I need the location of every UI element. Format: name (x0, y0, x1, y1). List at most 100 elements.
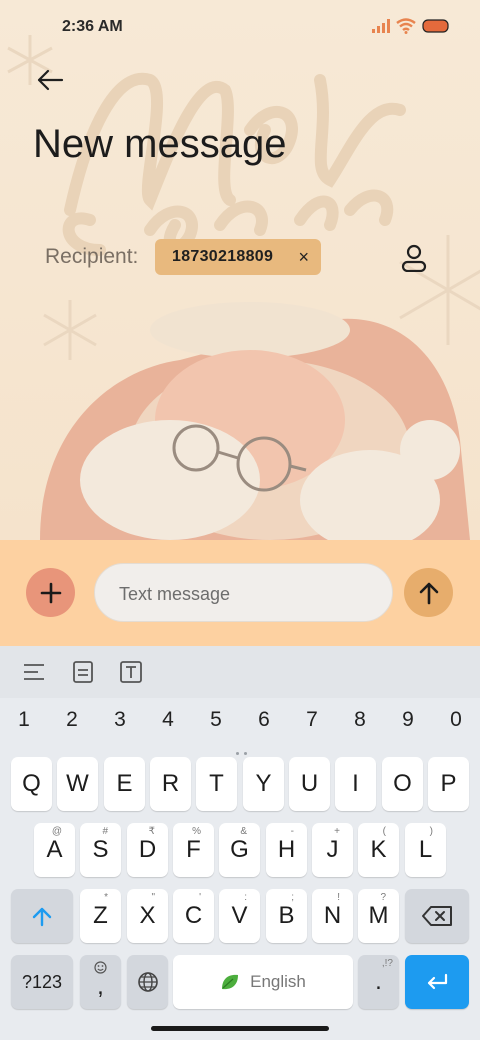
key-4[interactable]: 4 (144, 708, 192, 732)
text-format-icon[interactable] (119, 660, 143, 684)
shift-key[interactable] (11, 889, 73, 943)
key-n[interactable]: ! N (312, 889, 353, 943)
clipboard-icon[interactable] (71, 660, 95, 684)
key-v[interactable]: :V (219, 889, 260, 943)
recipient-label: Recipient: (45, 245, 139, 268)
key-1[interactable]: 1 (0, 708, 48, 732)
key-b[interactable]: ; B (266, 889, 307, 943)
key-9[interactable]: 9 (384, 708, 432, 732)
key-z[interactable]: * Z (80, 889, 121, 943)
page-title: New message (33, 122, 287, 166)
message-placeholder: Text message (119, 584, 231, 604)
emoji-comma-key[interactable]: , (80, 955, 121, 1009)
keyboard: 1 2 3 4 5 6 7 8 9 0 Q W E R T Y U I O P … (0, 646, 480, 1040)
key-m-label: M (368, 902, 389, 929)
backspace-key[interactable] (405, 889, 469, 943)
key-8[interactable]: 8 (336, 708, 384, 732)
key-t[interactable]: T (196, 757, 237, 811)
recipient-chip[interactable]: 18730218809 × (155, 239, 321, 275)
key-f[interactable]: % F (173, 823, 214, 877)
backspace-icon (422, 906, 452, 926)
home-indicator[interactable] (151, 1026, 329, 1031)
key-c-hint: ' (199, 892, 201, 903)
key-i[interactable]: I (335, 757, 376, 811)
comma-label: , (97, 973, 104, 1000)
key-d-hint: ₹ (148, 826, 155, 837)
period-key[interactable]: ,!? . (358, 955, 399, 1009)
key-k-hint: ( (382, 826, 386, 837)
key-a-hint: @ (51, 826, 62, 837)
enter-icon (427, 973, 448, 990)
text-align-icon[interactable] (22, 660, 46, 684)
enter-key[interactable] (405, 955, 469, 1009)
key-o[interactable]: O (382, 757, 423, 811)
key-m[interactable]: ? M (358, 889, 399, 943)
key-g-hint: & (240, 826, 247, 837)
key-x-label: X (139, 902, 156, 929)
key-r[interactable]: R (150, 757, 191, 811)
period-key-label: . (375, 968, 382, 995)
key-d[interactable]: ₹ D (127, 823, 168, 877)
key-z-hint: * (104, 892, 108, 903)
key-j[interactable]: + J (312, 823, 353, 877)
key-j-label: J (326, 836, 339, 863)
key-h-hint: - (290, 826, 294, 837)
period-key-hint: ,!? (381, 958, 393, 969)
key-2[interactable]: 2 (48, 708, 96, 732)
key-0[interactable]: 0 (432, 708, 480, 732)
plus-icon (40, 582, 61, 603)
key-k[interactable]: (K (358, 823, 399, 877)
key-c-label: C (184, 902, 203, 929)
globe-icon (137, 972, 158, 992)
key-w[interactable]: W (57, 757, 98, 811)
wifi-icon (396, 18, 416, 34)
key-c[interactable]: ' C (173, 889, 214, 943)
key-s-hint: # (102, 826, 108, 837)
status-bar: 2:36 AM (0, 0, 480, 56)
key-s[interactable]: # S (80, 823, 121, 877)
key-q[interactable]: Q (11, 757, 52, 811)
key-m-hint: ? (380, 892, 386, 903)
person-icon (401, 244, 427, 272)
key-v-hint: : (244, 892, 247, 903)
back-button[interactable] (30, 60, 70, 100)
key-g-label: G (230, 836, 249, 863)
keyboard-toolbar (0, 646, 480, 698)
arrow-left-icon (37, 69, 64, 91)
key-k-label: K (370, 836, 387, 863)
key-l-hint: ) (429, 826, 433, 837)
language-key[interactable] (127, 955, 168, 1009)
key-u[interactable]: U (289, 757, 330, 811)
key-f-label: F (186, 836, 201, 863)
symbols-key[interactable]: ?123 (11, 955, 73, 1009)
key-l-label: L (418, 836, 433, 863)
key-g[interactable]: & G (219, 823, 260, 877)
attach-button[interactable] (26, 568, 75, 617)
page-dots (236, 742, 256, 755)
contacts-button[interactable] (396, 240, 432, 276)
key-p[interactable]: P (428, 757, 469, 811)
space-key[interactable]: English (173, 955, 353, 1009)
send-button[interactable] (404, 568, 453, 617)
key-5[interactable]: 5 (192, 708, 240, 732)
arrow-up-icon (419, 582, 438, 604)
compose-bar: Text message (0, 540, 480, 646)
key-d-label: D (138, 836, 157, 863)
key-h[interactable]: -H (266, 823, 307, 877)
message-input[interactable]: Text message (94, 563, 393, 622)
key-n-label: N (323, 902, 342, 929)
signal-icon (372, 19, 390, 33)
key-y[interactable]: Y (243, 757, 284, 811)
key-a[interactable]: @ A (34, 823, 75, 877)
key-e[interactable]: E (104, 757, 145, 811)
key-3[interactable]: 3 (96, 708, 144, 732)
key-f-hint: % (192, 826, 201, 837)
battery-icon (422, 19, 449, 33)
key-l[interactable]: ) L (405, 823, 446, 877)
key-6[interactable]: 6 (240, 708, 288, 732)
shift-icon (32, 907, 52, 927)
remove-recipient-button[interactable]: × (298, 247, 309, 267)
key-x[interactable]: " X (127, 889, 168, 943)
emoji-icon (94, 961, 107, 974)
key-7[interactable]: 7 (288, 708, 336, 732)
